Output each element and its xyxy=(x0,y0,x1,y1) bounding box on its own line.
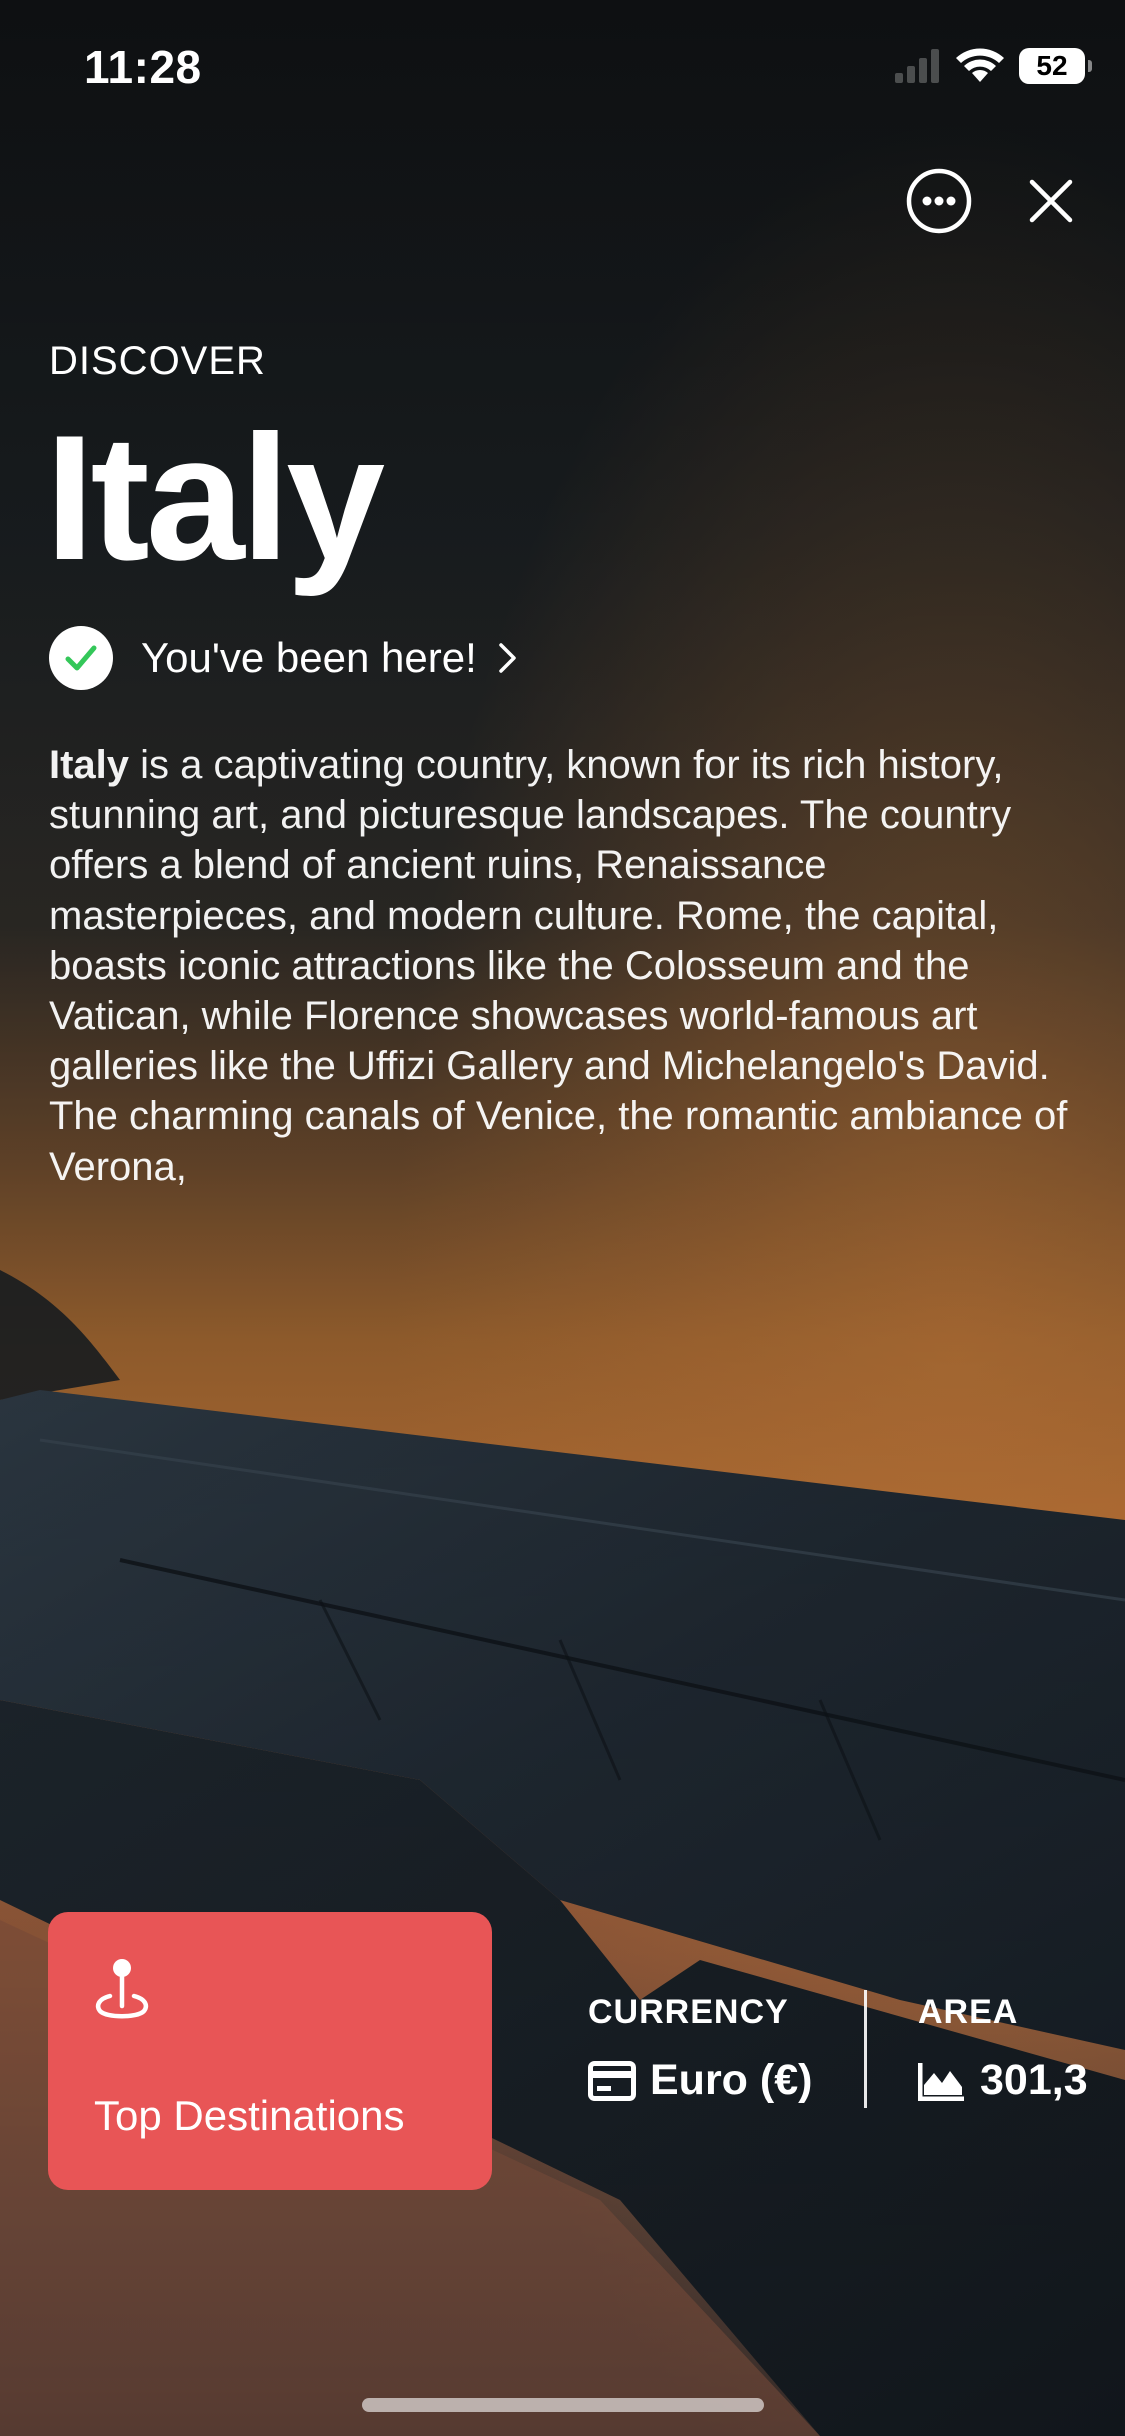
more-options-button[interactable] xyxy=(903,165,975,237)
country-content: DISCOVER Italy You've been here! Italy i… xyxy=(45,330,1079,1192)
page-title: Italy xyxy=(45,398,385,597)
currency-label: CURRENCY xyxy=(588,1993,789,2031)
area-stat: AREA 301,3 xyxy=(918,1990,1088,2105)
status-bar: 11:28 52 xyxy=(0,0,1125,140)
area-label: AREA xyxy=(918,1993,1019,2031)
status-icons: 52 xyxy=(895,48,1092,84)
close-icon xyxy=(1029,179,1073,223)
check-circle-icon xyxy=(49,626,113,690)
stats-divider xyxy=(864,1990,867,2108)
ellipsis-circle-icon xyxy=(906,168,972,234)
visited-label: You've been here! xyxy=(141,634,477,681)
visited-link[interactable]: You've been here! xyxy=(49,626,519,690)
status-time: 11:28 xyxy=(84,41,202,93)
chevron-right-icon xyxy=(499,643,516,673)
country-description: Italy is a captivating country, known fo… xyxy=(49,740,1079,1192)
currency-value-row: Euro (€) xyxy=(588,2056,812,2105)
area-value: 301,3 xyxy=(980,2056,1088,2104)
country-stats: CURRENCY Euro (€) AREA 301,3 xyxy=(588,1990,1125,2120)
battery-indicator: 52 xyxy=(1019,48,1092,84)
cellular-signal-icon xyxy=(895,49,939,83)
currency-value: Euro (€) xyxy=(650,2056,813,2104)
top-destinations-label: Top Destinations xyxy=(94,2092,405,2139)
mountain-chart-icon xyxy=(918,2062,964,2101)
eyebrow-label: DISCOVER xyxy=(49,339,266,383)
close-button[interactable] xyxy=(1015,165,1087,237)
home-indicator[interactable] xyxy=(362,2398,764,2412)
currency-stat: CURRENCY Euro (€) xyxy=(588,1990,812,2105)
wifi-icon xyxy=(956,48,1004,82)
description-text: is a captivating country, known for its … xyxy=(49,743,1068,1189)
top-controls xyxy=(903,165,1087,237)
description-lead: Italy xyxy=(49,743,130,787)
top-destinations-button[interactable]: Top Destinations xyxy=(48,1912,492,2190)
credit-card-icon xyxy=(588,2060,636,2101)
area-value-row: 301,3 xyxy=(918,2056,1088,2105)
map-pin-icon xyxy=(95,1959,149,2019)
